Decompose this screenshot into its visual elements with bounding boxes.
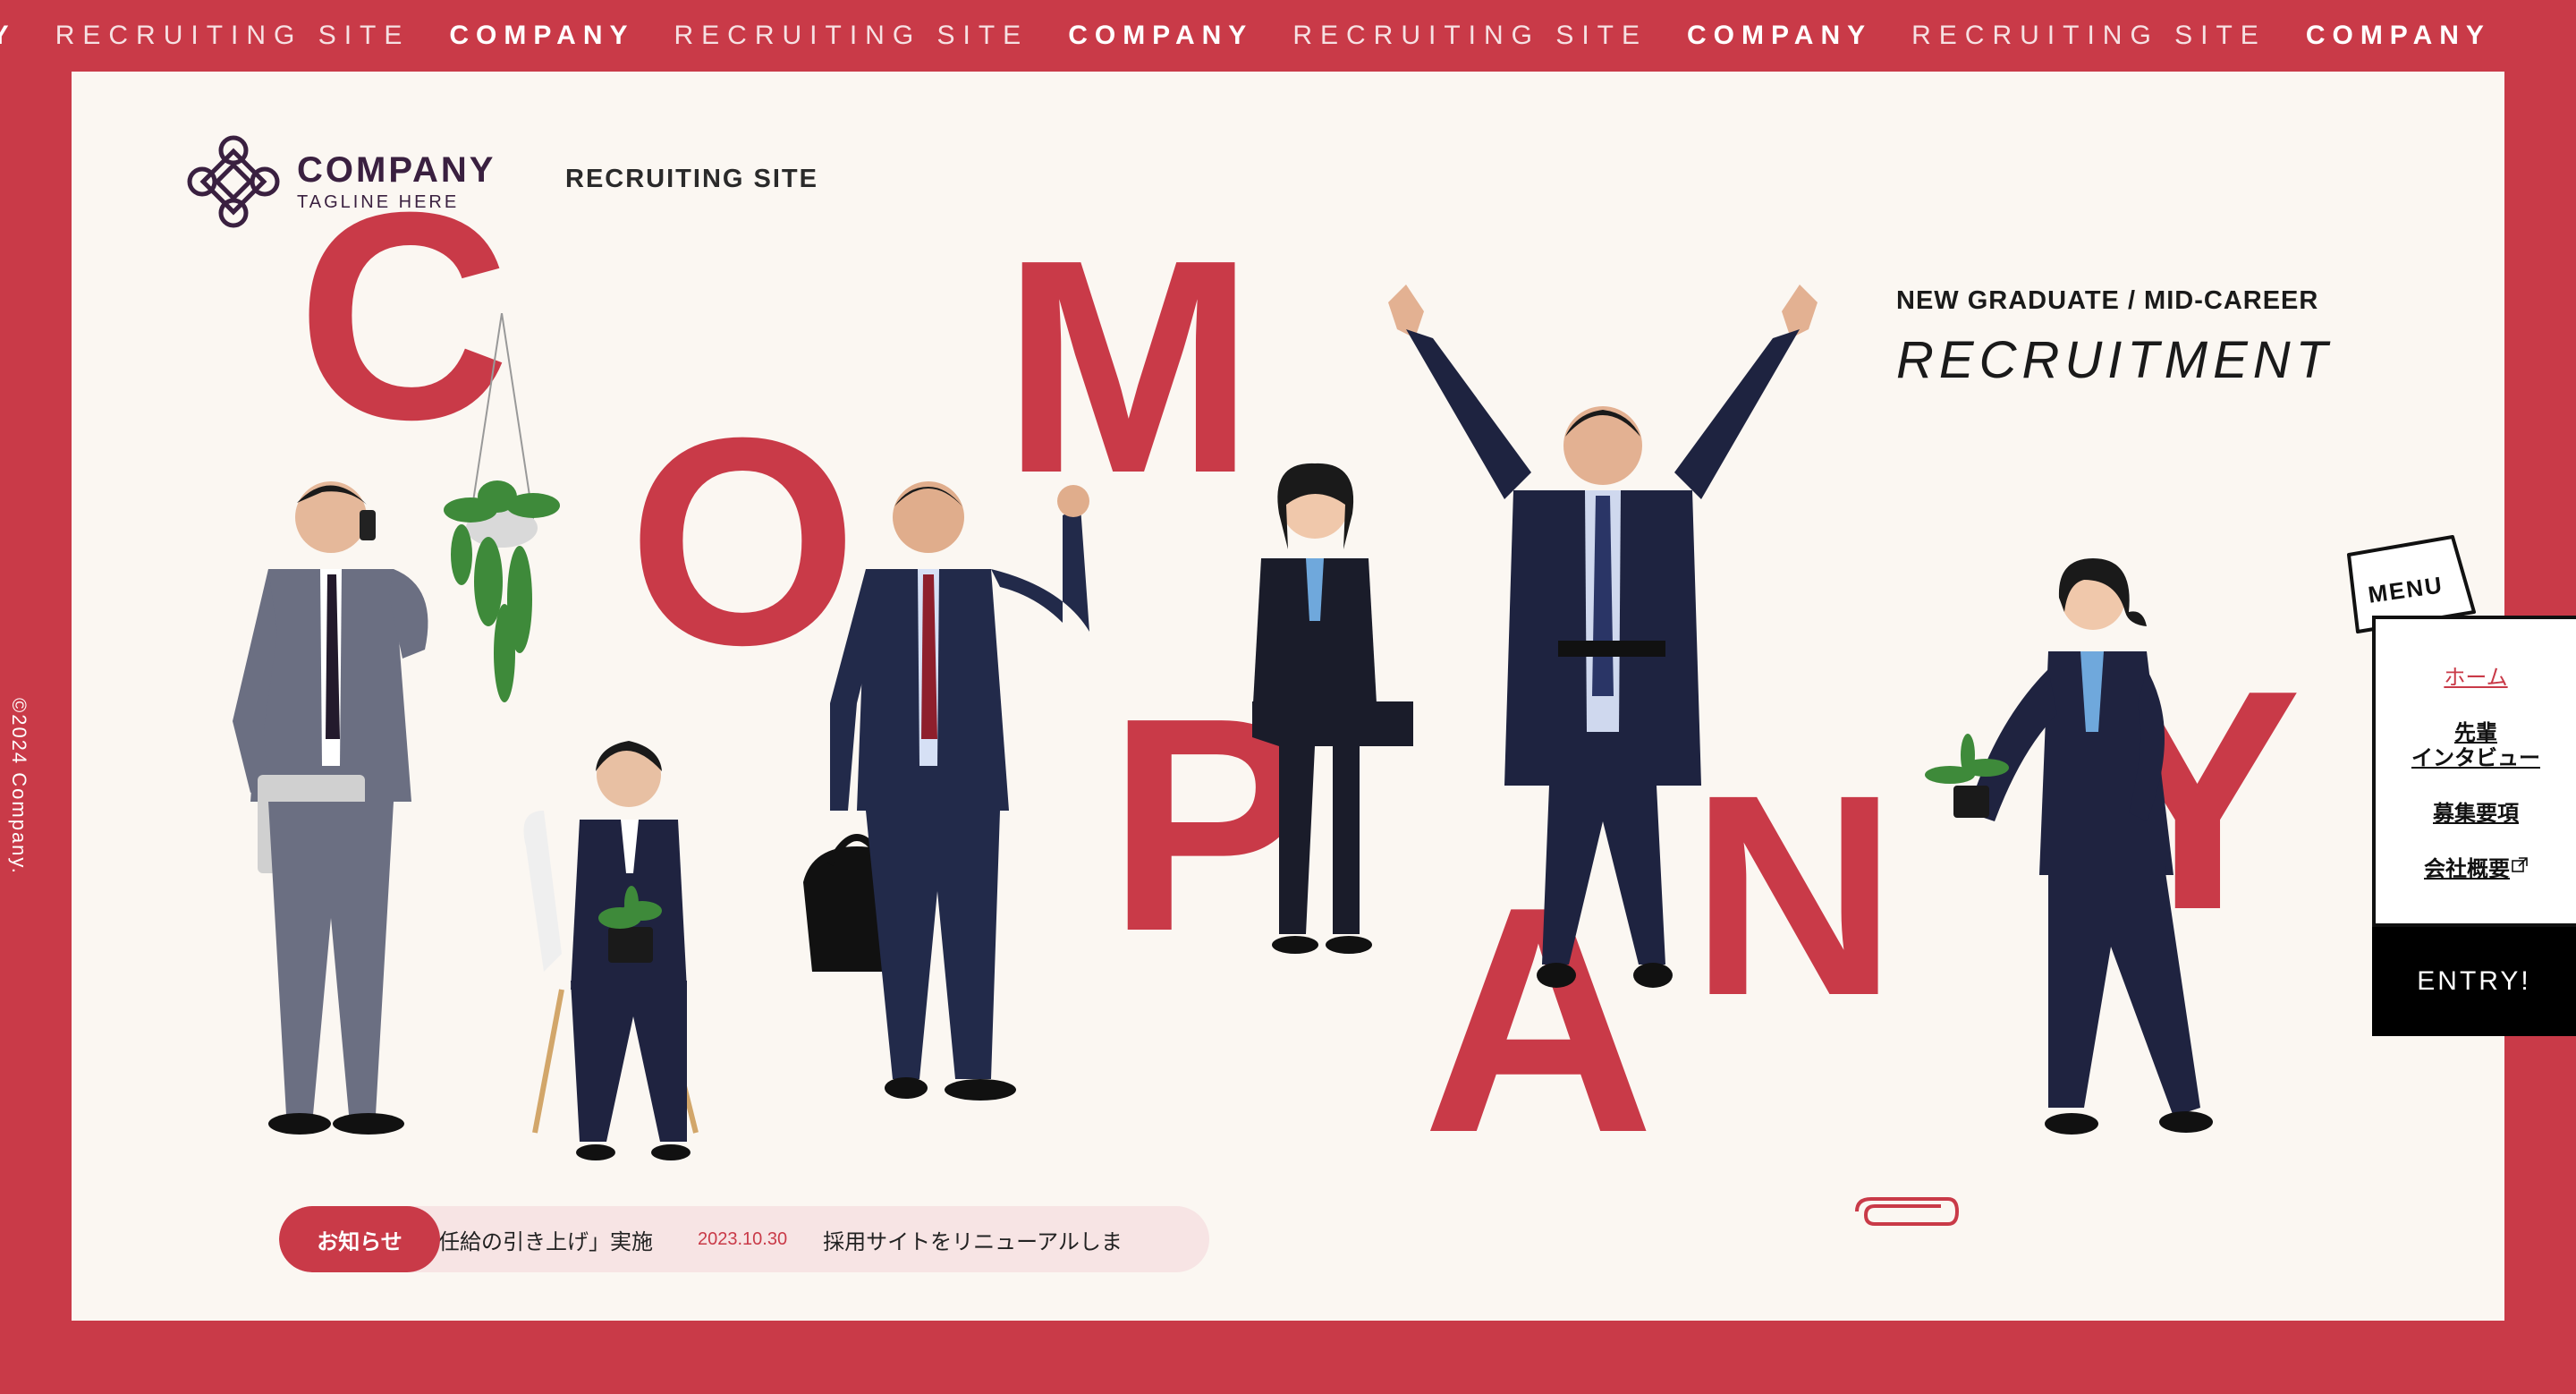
marquee-track: NY RECRUITING SITE COMPANY RECRUITING SITE C… [0, 20, 2530, 52]
recruitment-subtitle: NEW GRADUATE / MID-CAREER [1896, 286, 2319, 315]
marquee-item: NY [0, 20, 16, 52]
paperclip-icon [1855, 1197, 1960, 1226]
recruitment-heading: NEW GRADUATE / MID-CAREER RECRUITMENT [1896, 286, 2333, 390]
marquee-item: RECRUITING SITE [1911, 21, 2267, 50]
menu-item-home[interactable]: ホーム [2376, 666, 2576, 691]
marquee-item: RECRUITING SITE [55, 21, 411, 50]
recruitment-title: RECRUITMENT [1896, 331, 2334, 389]
news-item[interactable]: 2023.10.30 採用サイトをリニューアルしま [698, 1206, 1123, 1272]
entry-button[interactable]: ENTRY! [2372, 927, 2576, 1036]
external-link-icon [2512, 857, 2528, 872]
menu-item-interview[interactable]: 先輩 インタビュー [2376, 721, 2576, 771]
marquee-item: RECRUITING SITE [1292, 21, 1648, 50]
site-label: RECRUITING SITE [565, 165, 818, 193]
person-man-jumping [1388, 285, 1818, 988]
marquee-item: COMPANY [1687, 21, 1873, 50]
news-item-title: 採用サイトをリニューアルしま [823, 1229, 1123, 1254]
marquee-item: COMPANY [449, 21, 635, 50]
news-item-title: 任給の引き上げ」実施 [438, 1229, 653, 1254]
menu-item-company[interactable]: 会社概要 [2376, 857, 2576, 882]
person-man-fist-pump [803, 481, 1089, 1101]
menu-item-interview-line2: インタビュー [2411, 746, 2540, 770]
news-item[interactable]: 任給の引き上げ」実施 [438, 1206, 653, 1272]
menu-item-company-label: 会社概要 [2424, 857, 2510, 881]
news-item-date: 2023.10.30 [698, 1228, 788, 1249]
marquee-item: COMPANY [1068, 21, 1254, 50]
hero-panel: COMPANY TAGLINE HERE RECRUITING SITE NEW… [72, 72, 2504, 1321]
menu-item-interview-line1: 先輩 [2454, 721, 2497, 745]
person-woman-chair [523, 741, 699, 1160]
person-woman-plant [1925, 558, 2213, 1135]
news-ticker[interactable]: お知らせ 任給の引き上げ」実施 2023.10.30 採用サイトをリニューアルし… [279, 1206, 1209, 1272]
marquee-item: COMPANY [2305, 21, 2491, 50]
side-menu: ホーム 先輩 インタビュー 募集要項 会社概要 [2372, 616, 2576, 927]
person-man-phone [233, 481, 428, 1135]
top-marquee: NY RECRUITING SITE COMPANY RECRUITING SITE C… [0, 0, 2576, 72]
menu-item-requirements[interactable]: 募集要項 [2376, 802, 2576, 827]
copyright: ©2024 Company. [8, 698, 30, 875]
company-logo-icon [187, 135, 280, 228]
news-label[interactable]: お知らせ [279, 1206, 440, 1272]
marquee-item: RECRUITING SITE [674, 21, 1030, 50]
